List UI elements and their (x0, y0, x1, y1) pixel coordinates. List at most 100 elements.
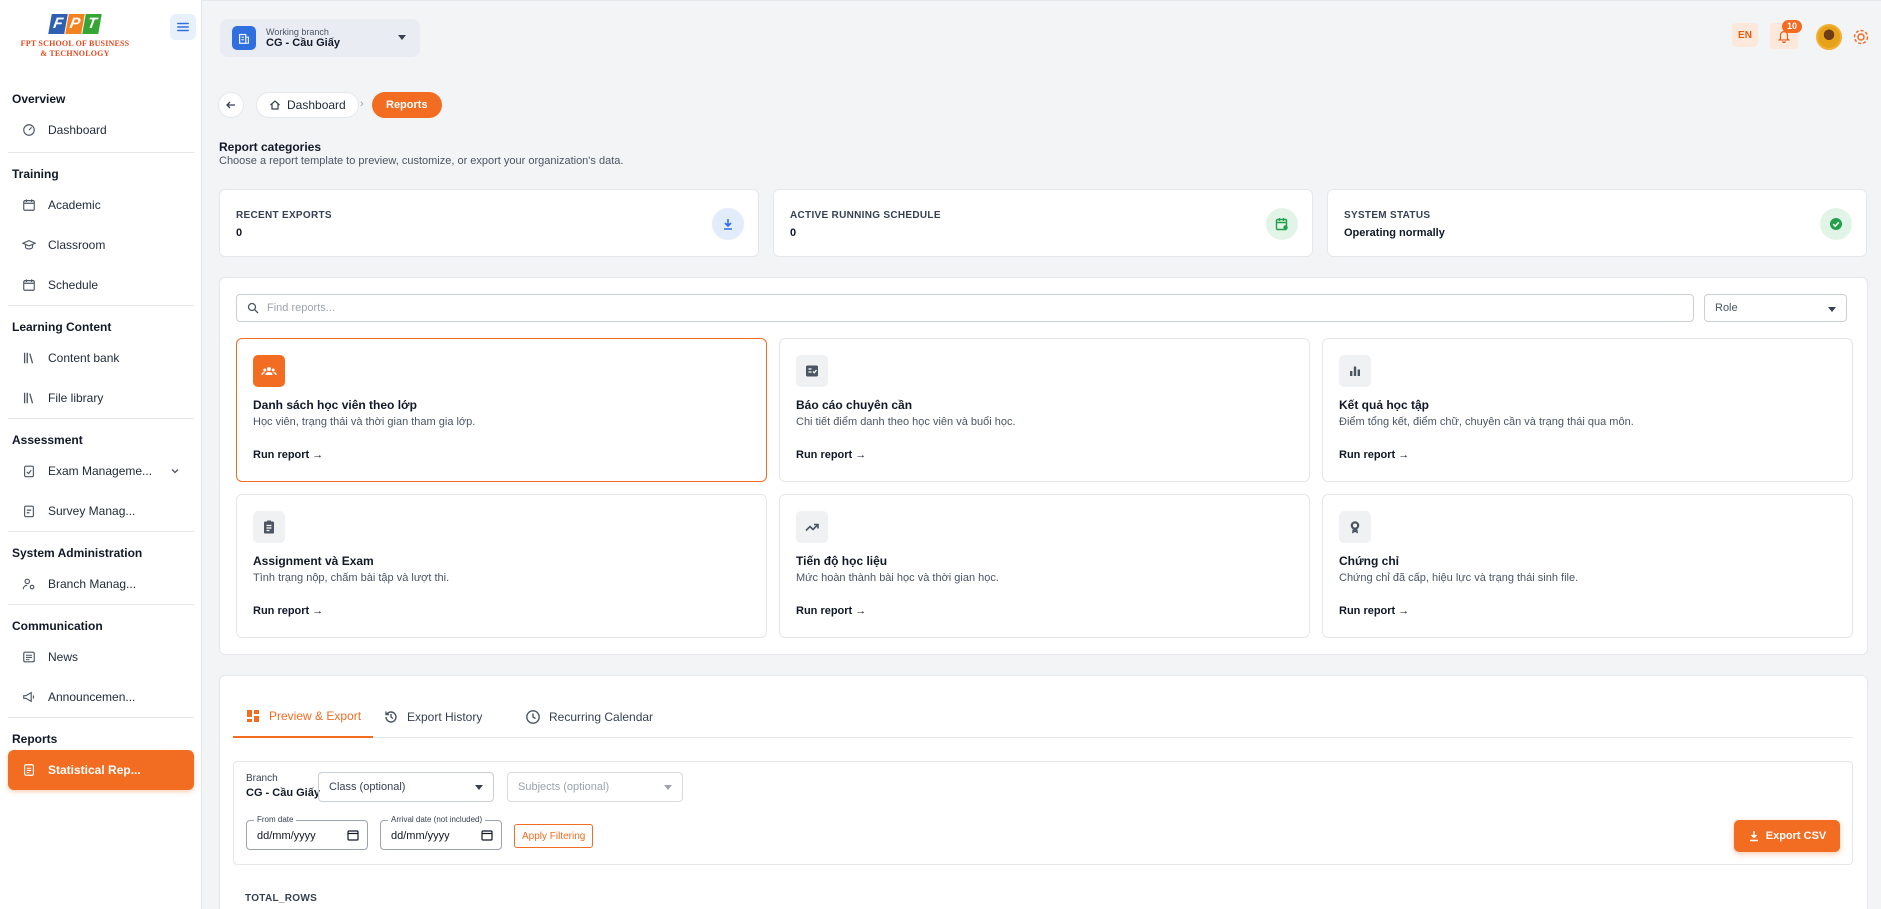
report-card-learning-results[interactable]: Kết quả học tập Điểm tổng kết, điểm chữ,… (1322, 338, 1853, 482)
sidebar-item-label: Schedule (48, 278, 99, 292)
export-csv-button[interactable]: Export CSV (1734, 820, 1840, 852)
check-circle-glyph (1830, 218, 1842, 230)
calendar-icon (23, 279, 35, 291)
dashboard-icon (247, 710, 259, 722)
stat-value: 0 (236, 227, 243, 239)
sidebar-item-survey-management[interactable]: Survey Manag... (8, 491, 194, 531)
tab-preview-export[interactable]: Preview & Export (233, 696, 374, 738)
sidebar-item-schedule[interactable]: Schedule (8, 265, 194, 305)
calendar-icon[interactable] (481, 829, 493, 841)
download-icon (1749, 831, 1758, 842)
sidebar-item-announcements[interactable]: Announcemen... (8, 677, 194, 717)
sidebar-item-label: Survey Manag... (48, 504, 136, 518)
sidebar-item-label: Exam Manageme... (48, 464, 153, 478)
nav-section-assessment: Assessment Exam Manageme... Survey Manag… (8, 418, 194, 531)
subjects-select-placeholder: Subjects (optional) (518, 781, 610, 793)
stat-label: SYSTEM STATUS (1344, 210, 1431, 221)
report-card-certificates[interactable]: Chứng chỉ Chứng chỉ đã cấp, hiệu lực và … (1322, 494, 1853, 638)
nav-section-learning-content: Learning Content Content bank File libra… (8, 305, 194, 418)
sidebar-item-classroom[interactable]: Classroom (8, 225, 194, 265)
report-description: Chứng chỉ đã cấp, hiệu lực và trạng thái… (1339, 572, 1579, 584)
sidebar-item-file-library[interactable]: File library (8, 378, 194, 418)
breadcrumb-home[interactable]: Dashboard (256, 92, 359, 118)
report-card-attendance[interactable]: Báo cáo chuyên cần Chi tiết điểm danh th… (779, 338, 1310, 482)
sidebar-item-label: News (48, 650, 79, 664)
report-description: Điểm tổng kết, điểm chữ, chuyên cần và t… (1339, 416, 1634, 428)
report-card-class-students[interactable]: Danh sách học viên theo lớp Học viên, tr… (236, 338, 767, 482)
user-gear-icon (22, 578, 35, 590)
nav-section-overview: Overview Dashboard (0, 84, 201, 150)
from-date-field[interactable]: From date dd/mm/yyyy (246, 815, 368, 850)
search-input[interactable] (267, 302, 1693, 314)
nav-section-title: Communication (12, 619, 103, 633)
award-icon (1339, 511, 1371, 543)
calendar-icon[interactable] (347, 829, 359, 841)
download-glyph (724, 219, 732, 230)
search-field[interactable] (236, 294, 1694, 322)
menu-toggle-button[interactable] (170, 14, 196, 40)
arrow-left-icon (226, 101, 235, 109)
report-description: Tình trạng nộp, chấm bài tập và lượt thi… (253, 572, 450, 584)
caret-down-icon (398, 35, 406, 40)
nav-section-title: Overview (12, 92, 66, 106)
branch-text: Working branch CG - Cầu Giấy (266, 27, 340, 50)
gear-icon[interactable] (1852, 28, 1870, 46)
report-card-assignment-exam[interactable]: Assignment và Exam Tình trạng nộp, chấm … (236, 494, 767, 638)
reports-panel: Role Danh sách học viên theo lớp Học viê… (219, 277, 1868, 655)
nav-section-title: Assessment (12, 433, 83, 447)
sidebar-item-dashboard[interactable]: Dashboard (8, 110, 194, 150)
nav-section-title: Training (12, 167, 59, 181)
subjects-select[interactable]: Subjects (optional) (507, 772, 683, 802)
from-date-label: From date (254, 815, 297, 824)
class-select[interactable]: Class (optional) (318, 772, 494, 802)
calendar-gear-icon (23, 199, 35, 211)
tab-label: Recurring Calendar (549, 710, 654, 724)
sidebar-item-academic[interactable]: Academic (8, 185, 194, 225)
sidebar-item-label: Classroom (48, 238, 106, 252)
run-report-link[interactable]: Run report → (1339, 449, 1409, 461)
sidebar-item-branch-management[interactable]: Branch Manag... (8, 564, 194, 604)
report-card-learning-progress[interactable]: Tiến độ học liệu Mức hoàn thành bài học … (779, 494, 1310, 638)
avatar[interactable] (1816, 24, 1842, 50)
sidebar-item-statistical-reports[interactable]: Statistical Rep... (8, 750, 194, 790)
caret-down-icon (475, 785, 483, 790)
run-report-link[interactable]: Run report → (796, 449, 866, 461)
sidebar-item-label: File library (48, 391, 104, 405)
check-circle-icon (1820, 208, 1852, 240)
tab-bar: Preview & Export Export History Recurrin… (233, 696, 1853, 738)
run-report-link[interactable]: Run report → (1339, 605, 1409, 617)
checklist-glyph (806, 365, 818, 377)
filter-branch-value: CG - Cầu Giấy (246, 787, 320, 799)
logo-text: FPT SCHOOL OF BUSINESS & TECHNOLOGY (12, 39, 138, 59)
arrival-date-field[interactable]: Arrival date (not included) dd/mm/yyyy (380, 815, 502, 850)
branch-selector[interactable]: Working branch CG - Cầu Giấy (220, 19, 420, 57)
run-report-link[interactable]: Run report → (253, 605, 323, 617)
fpt-logo[interactable]: F P T FPT SCHOOL OF BUSINESS & TECHNOLOG… (12, 14, 138, 62)
tab-export-history[interactable]: Export History (383, 696, 482, 738)
apply-filtering-button[interactable]: Apply Filtering (514, 824, 594, 848)
topbar: Working branch CG - Cầu Giấy EN 10 (202, 0, 1881, 68)
run-report-link[interactable]: Run report → (796, 605, 866, 617)
download-icon (712, 208, 744, 240)
calendar-refresh-glyph (1275, 218, 1288, 231)
language-button[interactable]: EN (1732, 23, 1758, 47)
export-csv-label: Export CSV (1765, 830, 1827, 842)
tab-label: Preview & Export (269, 709, 362, 723)
sidebar-item-content-bank[interactable]: Content bank (8, 338, 194, 378)
report-description: Học viên, trạng thái và thời gian tham g… (253, 416, 476, 428)
home-icon (270, 100, 280, 110)
sidebar-item-news[interactable]: News (8, 637, 194, 677)
caret-down-icon (1828, 307, 1836, 312)
run-report-link[interactable]: Run report → (253, 449, 323, 461)
tab-recurring-calendar[interactable]: Recurring Calendar (525, 696, 653, 738)
users-glyph (261, 367, 277, 376)
role-select[interactable]: Role (1704, 294, 1847, 322)
chevron-down-icon (171, 469, 179, 474)
library-icon (23, 352, 34, 364)
arrival-date-label: Arrival date (not included) (388, 815, 486, 824)
back-button[interactable] (218, 92, 244, 118)
stat-card-active-schedule: ACTIVE RUNNING SCHEDULE 0 (773, 189, 1313, 257)
assignment-icon (253, 511, 285, 543)
nav-section-training: Training Academic Classroom Schedule (8, 152, 194, 305)
sidebar-item-exam-management[interactable]: Exam Manageme... (8, 451, 194, 491)
